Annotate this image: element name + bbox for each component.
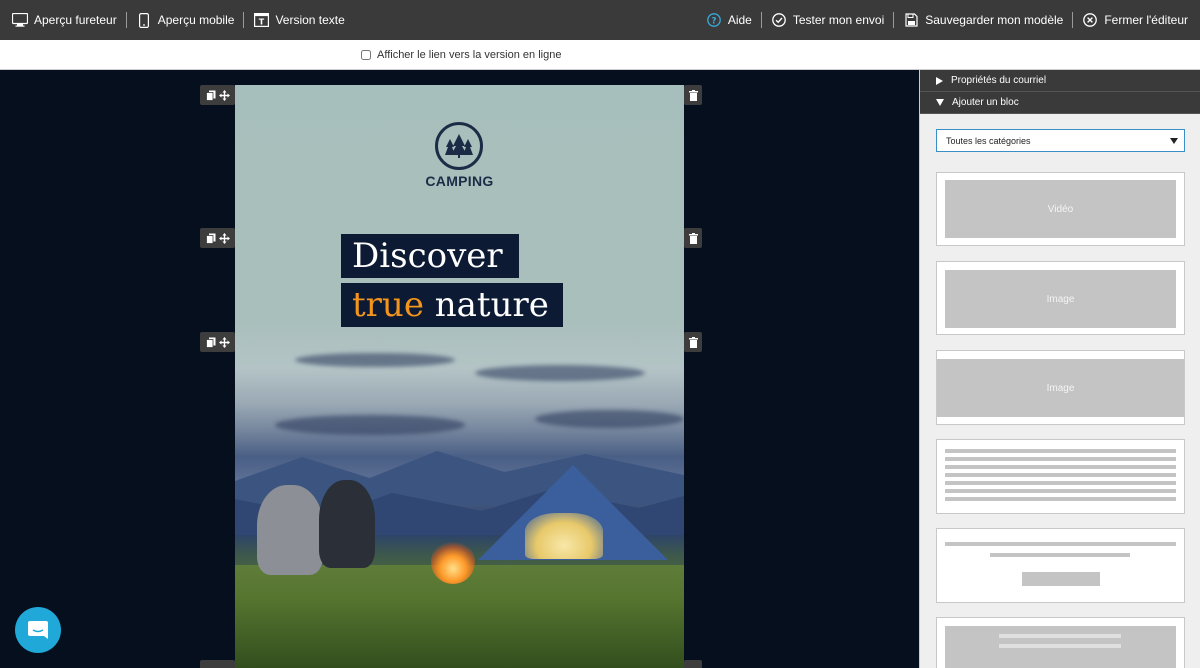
block-image-full[interactable]: Image <box>936 350 1185 425</box>
test-send-label: Tester mon envoi <box>792 13 885 27</box>
block-handle-left[interactable] <box>200 228 235 248</box>
chat-support-button[interactable] <box>15 607 61 653</box>
camper-figure <box>319 480 375 568</box>
block-text-button[interactable] <box>936 528 1185 603</box>
mobile-preview-label: Aperçu mobile <box>157 13 235 27</box>
headline-line2[interactable]: true nature <box>341 283 563 327</box>
close-editor-label: Fermer l'éditeur <box>1104 13 1188 27</box>
options-bar: Afficher le lien vers la version en lign… <box>0 40 1200 70</box>
help-button[interactable]: ? Aide <box>706 12 752 28</box>
help-label: Aide <box>727 13 752 27</box>
top-toolbar: Aperçu fureteur Aperçu mobile T Version … <box>0 0 1200 40</box>
headline-line1[interactable]: Discover <box>341 234 519 278</box>
add-block-header[interactable]: Ajouter un bloc <box>920 92 1200 114</box>
toolbar-divider <box>125 12 127 28</box>
block-handle-left[interactable] <box>200 332 235 352</box>
block-video[interactable]: Vidéo <box>936 172 1185 246</box>
close-circle-icon <box>1082 12 1098 28</box>
save-template-button[interactable]: Sauvegarder mon modèle <box>903 12 1063 28</box>
copy-icon[interactable] <box>205 337 216 348</box>
trash-icon[interactable] <box>688 232 698 244</box>
headline-rest: nature <box>434 285 549 325</box>
block-text[interactable] <box>936 439 1185 514</box>
online-link-option: Afficher le lien vers la version en lign… <box>361 49 561 61</box>
block-handle-left[interactable] <box>200 660 235 668</box>
trash-icon[interactable] <box>688 89 698 101</box>
toolbar-divider <box>1072 12 1074 28</box>
mobile-icon <box>136 12 152 28</box>
camping-logo <box>435 122 483 170</box>
button-placeholder <box>1022 572 1100 586</box>
copy-icon[interactable] <box>205 233 216 244</box>
editor-canvas: CAMPING Discover true nature <box>0 70 919 668</box>
monitor-icon <box>12 12 28 28</box>
online-link-label: Afficher le lien vers la version en lign… <box>377 49 562 61</box>
browser-preview-button[interactable]: Aperçu fureteur <box>12 12 117 28</box>
caret-down-icon <box>936 99 944 106</box>
block-handle-right[interactable] <box>684 228 702 248</box>
headline-accent: true <box>352 285 424 325</box>
block-image-text[interactable] <box>936 617 1185 668</box>
online-link-checkbox[interactable] <box>361 50 371 60</box>
block-handle-left[interactable] <box>200 85 235 105</box>
pine-trees-icon <box>445 134 473 158</box>
right-panel: Propriétés du courriel Ajouter un bloc T… <box>919 70 1200 668</box>
chat-icon <box>28 621 48 639</box>
copy-icon[interactable] <box>205 90 216 101</box>
move-icon[interactable] <box>218 89 230 101</box>
test-send-button[interactable]: Tester mon envoi <box>771 12 884 28</box>
email-preview[interactable]: CAMPING Discover true nature <box>235 85 684 668</box>
check-circle-icon <box>771 12 787 28</box>
block-placeholder: Vidéo <box>945 180 1176 238</box>
logo-text: CAMPING <box>425 173 494 189</box>
toolbar-divider <box>893 12 895 28</box>
svg-text:?: ? <box>711 17 716 27</box>
help-icon: ? <box>706 12 722 28</box>
mobile-preview-button[interactable]: Aperçu mobile <box>136 12 235 28</box>
chevron-down-icon <box>1170 138 1178 144</box>
text-version-button[interactable]: T Version texte <box>253 12 345 28</box>
block-placeholder: Image <box>937 359 1184 417</box>
add-block-label: Ajouter un bloc <box>952 97 1019 108</box>
category-select-value: Toutes les catégories <box>946 135 1031 146</box>
block-handle-right[interactable] <box>684 332 702 352</box>
caret-right-icon <box>936 76 943 85</box>
category-select[interactable]: Toutes les catégories <box>936 129 1185 152</box>
move-icon[interactable] <box>218 232 230 244</box>
toolbar-left: Aperçu fureteur Aperçu mobile T Version … <box>0 0 345 40</box>
toolbar-divider <box>243 12 245 28</box>
email-properties-header[interactable]: Propriétés du courriel <box>920 70 1200 92</box>
toolbar-divider <box>760 12 762 28</box>
block-placeholder: Image <box>945 270 1176 328</box>
block-image[interactable]: Image <box>936 261 1185 335</box>
close-editor-button[interactable]: Fermer l'éditeur <box>1082 12 1188 28</box>
move-icon[interactable] <box>218 336 230 348</box>
toolbar-right: ? Aide Tester mon envoi Sauvegarder mon … <box>706 0 1200 40</box>
trash-icon[interactable] <box>688 336 698 348</box>
block-handle-right[interactable] <box>684 85 702 105</box>
campfire-illustration <box>431 540 475 584</box>
email-properties-label: Propriétés du courriel <box>951 75 1047 86</box>
save-icon <box>903 12 919 28</box>
text-version-icon: T <box>253 12 269 28</box>
browser-preview-label: Aperçu fureteur <box>34 13 117 27</box>
text-version-label: Version texte <box>275 13 345 27</box>
camper-figure <box>257 485 323 575</box>
svg-text:T: T <box>259 18 265 27</box>
block-handle-right[interactable] <box>684 660 702 668</box>
save-template-label: Sauvegarder mon modèle <box>925 13 1064 27</box>
